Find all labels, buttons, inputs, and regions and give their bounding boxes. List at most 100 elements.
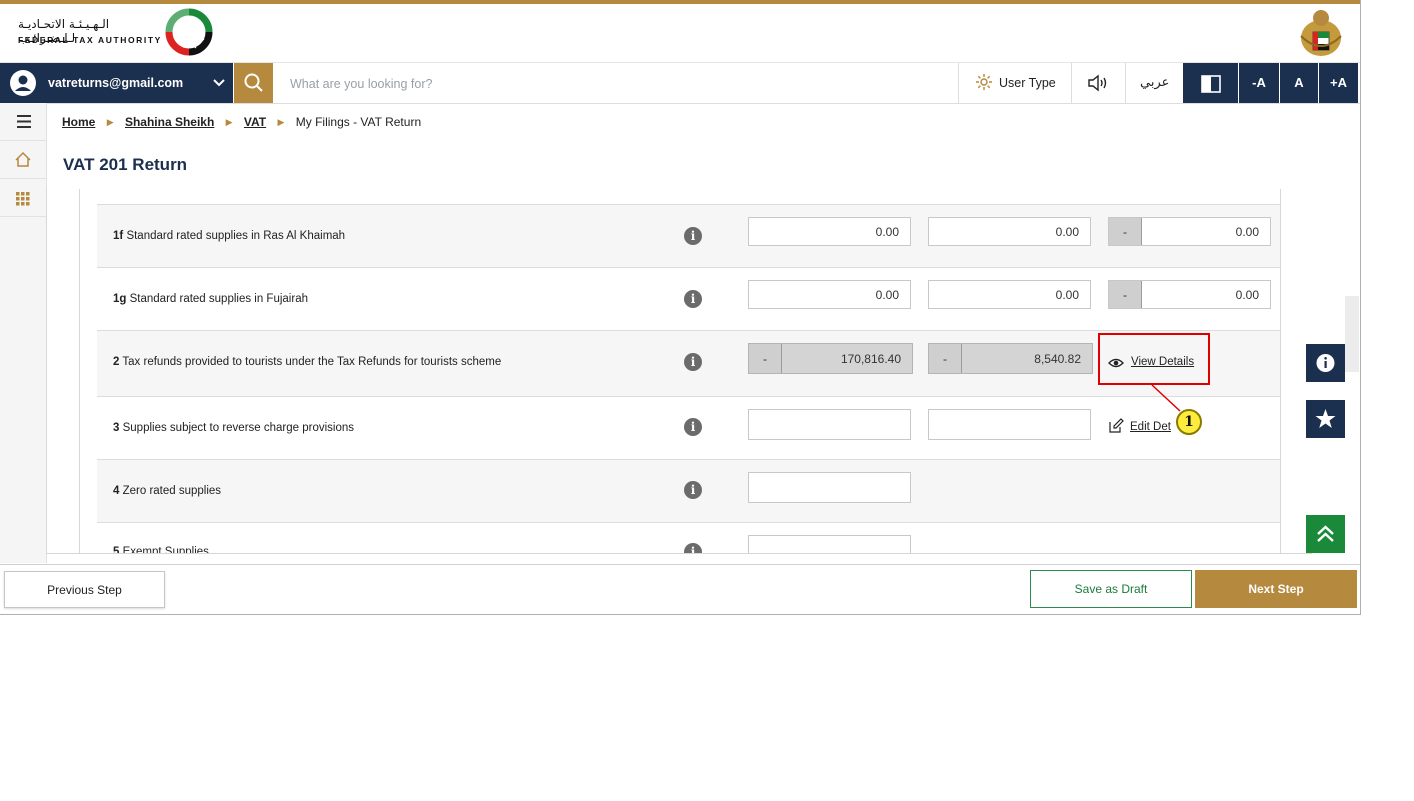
search-icon xyxy=(244,73,263,92)
breadcrumb-current: My Filings - VAT Return xyxy=(295,115,422,129)
breadcrumb-vat[interactable]: VAT xyxy=(244,115,266,129)
vat-value: 8,540.82 xyxy=(1034,352,1081,366)
logo-english-text: FEDERAL TAX AUTHORITY xyxy=(18,35,162,45)
grid-icon xyxy=(16,192,30,206)
info-icon[interactable]: i xyxy=(684,543,702,553)
scroll-to-top-button[interactable] xyxy=(1306,515,1345,553)
left-sidebar xyxy=(0,103,47,563)
previous-step-button[interactable]: Previous Step xyxy=(4,571,165,608)
row-label: 1f Standard rated supplies in Ras Al Kha… xyxy=(113,230,345,242)
search-input[interactable] xyxy=(280,65,962,103)
text-to-speech-button[interactable] xyxy=(1071,63,1126,103)
form-row-5: 5 Exempt Supplies i xyxy=(97,522,1280,554)
adjustment-field[interactable]: - 0.00 xyxy=(1108,280,1271,309)
breadcrumb: Home ▶ Shahina Sheikh ▶ VAT ▶ My Filings… xyxy=(62,115,421,129)
row-code: 4 xyxy=(113,485,120,497)
form-row-4: 4 Zero rated supplies i xyxy=(97,459,1280,523)
menu-toggle-button[interactable] xyxy=(0,103,46,141)
language-switch-arabic[interactable]: عربي xyxy=(1126,63,1182,103)
row-label: 5 Exempt Supplies xyxy=(113,546,209,554)
row-code: 5 xyxy=(113,546,120,554)
vat-amount-field-readonly: - 8,540.82 xyxy=(928,343,1093,374)
amount-field[interactable] xyxy=(748,472,911,503)
form-row-1g: 1g Standard rated supplies in Fujairah i… xyxy=(97,267,1280,331)
info-icon[interactable]: i xyxy=(684,353,702,371)
row-code: 3 xyxy=(113,422,120,434)
info-circle-icon xyxy=(1316,354,1335,372)
contrast-icon xyxy=(1200,74,1221,93)
next-step-button[interactable]: Next Step xyxy=(1195,570,1357,608)
row-text: Supplies subject to reverse charge provi… xyxy=(122,422,355,434)
font-decrease-button[interactable]: -A xyxy=(1239,63,1279,103)
row-text: Standard rated supplies in Fujairah xyxy=(129,293,308,305)
favorites-floating-button[interactable] xyxy=(1306,400,1345,438)
top-accent-line xyxy=(0,0,1360,4)
sidebar-item-home[interactable] xyxy=(0,141,46,179)
row-code: 2 xyxy=(113,356,120,368)
breadcrumb-user[interactable]: Shahina Sheikh xyxy=(125,115,214,129)
vat-amount-field[interactable] xyxy=(928,409,1091,440)
form-row-3: 3 Supplies subject to reverse charge pro… xyxy=(97,396,1280,460)
user-email: vatreturns@gmail.com xyxy=(48,76,184,90)
chevron-down-icon[interactable] xyxy=(213,75,225,89)
breadcrumb-separator-icon: ▶ xyxy=(106,117,114,127)
amount-value: 170,816.40 xyxy=(840,352,901,366)
info-icon[interactable]: i xyxy=(684,290,702,308)
breadcrumb-separator-icon: ▶ xyxy=(225,117,233,127)
breadcrumb-separator-icon: ▶ xyxy=(277,117,285,127)
amount-field[interactable]: 0.00 xyxy=(748,217,911,246)
font-normal-button[interactable]: A xyxy=(1280,63,1318,103)
fta-logo[interactable]: الـهـيـئـة الاتحـاديـة لـلـضـرائـب FEDER… xyxy=(14,8,214,58)
double-chevron-up-icon xyxy=(1317,525,1334,542)
fta-logo-icon xyxy=(165,8,213,56)
sidebar-item-apps[interactable] xyxy=(0,179,46,217)
font-increase-button[interactable]: +A xyxy=(1319,63,1358,103)
top-navbar: vatreturns@gmail.com User Type xyxy=(0,62,1360,104)
row-label: 2 Tax refunds provided to tourists under… xyxy=(113,356,501,368)
info-icon[interactable]: i xyxy=(684,481,702,499)
row-text: Exempt Supplies xyxy=(122,546,209,554)
search-button[interactable] xyxy=(234,63,273,103)
edit-icon xyxy=(1109,418,1124,433)
info-floating-button[interactable] xyxy=(1306,344,1345,382)
adjustment-field[interactable]: - 0.00 xyxy=(1108,217,1271,246)
save-as-draft-button[interactable]: Save as Draft xyxy=(1030,570,1192,608)
gear-icon xyxy=(976,74,992,90)
amount-field[interactable] xyxy=(748,409,911,440)
highlight-box xyxy=(1098,333,1210,385)
amount-field[interactable] xyxy=(748,535,911,553)
user-type-button[interactable]: User Type xyxy=(958,63,1072,103)
info-icon[interactable]: i xyxy=(684,418,702,436)
info-icon[interactable]: i xyxy=(684,227,702,245)
adjustment-value: 0.00 xyxy=(1235,225,1259,239)
row-text: Zero rated supplies xyxy=(122,485,222,497)
sign-indicator: - xyxy=(749,344,782,373)
sign-indicator: - xyxy=(1109,281,1142,308)
vat-amount-field[interactable]: 0.00 xyxy=(928,217,1091,246)
edit-details-link[interactable]: Edit Det xyxy=(1130,421,1171,433)
row-text: Tax refunds provided to tourists under t… xyxy=(122,356,502,368)
arabic-label: عربي xyxy=(1140,75,1170,90)
contrast-toggle-button[interactable] xyxy=(1183,63,1238,103)
row-label: 1g Standard rated supplies in Fujairah xyxy=(113,293,308,305)
row-label: 4 Zero rated supplies xyxy=(113,485,221,497)
breadcrumb-home[interactable]: Home xyxy=(62,115,95,129)
row-code: 1f xyxy=(113,230,124,242)
annotation-badge: 1 xyxy=(1176,409,1202,435)
amount-field[interactable]: 0.00 xyxy=(748,280,911,309)
row-label: 3 Supplies subject to reverse charge pro… xyxy=(113,422,354,434)
row-text: Standard rated supplies in Ras Al Khaima… xyxy=(126,230,346,242)
user-avatar-icon xyxy=(10,70,36,96)
home-icon xyxy=(15,151,31,167)
sign-indicator: - xyxy=(929,344,962,373)
star-icon xyxy=(1315,409,1336,428)
vat-amount-field[interactable]: 0.00 xyxy=(928,280,1091,309)
user-type-label: User Type xyxy=(999,76,1056,90)
speaker-icon xyxy=(1088,74,1107,92)
scrollbar[interactable] xyxy=(1345,296,1359,372)
form-row-1f: 1f Standard rated supplies in Ras Al Kha… xyxy=(97,204,1280,268)
app-window: الـهـيـئـة الاتحـاديـة لـلـضـرائـب FEDER… xyxy=(0,0,1361,615)
user-menu[interactable]: vatreturns@gmail.com xyxy=(0,63,233,103)
amount-field-readonly: - 170,816.40 xyxy=(748,343,913,374)
hamburger-icon xyxy=(17,115,31,128)
